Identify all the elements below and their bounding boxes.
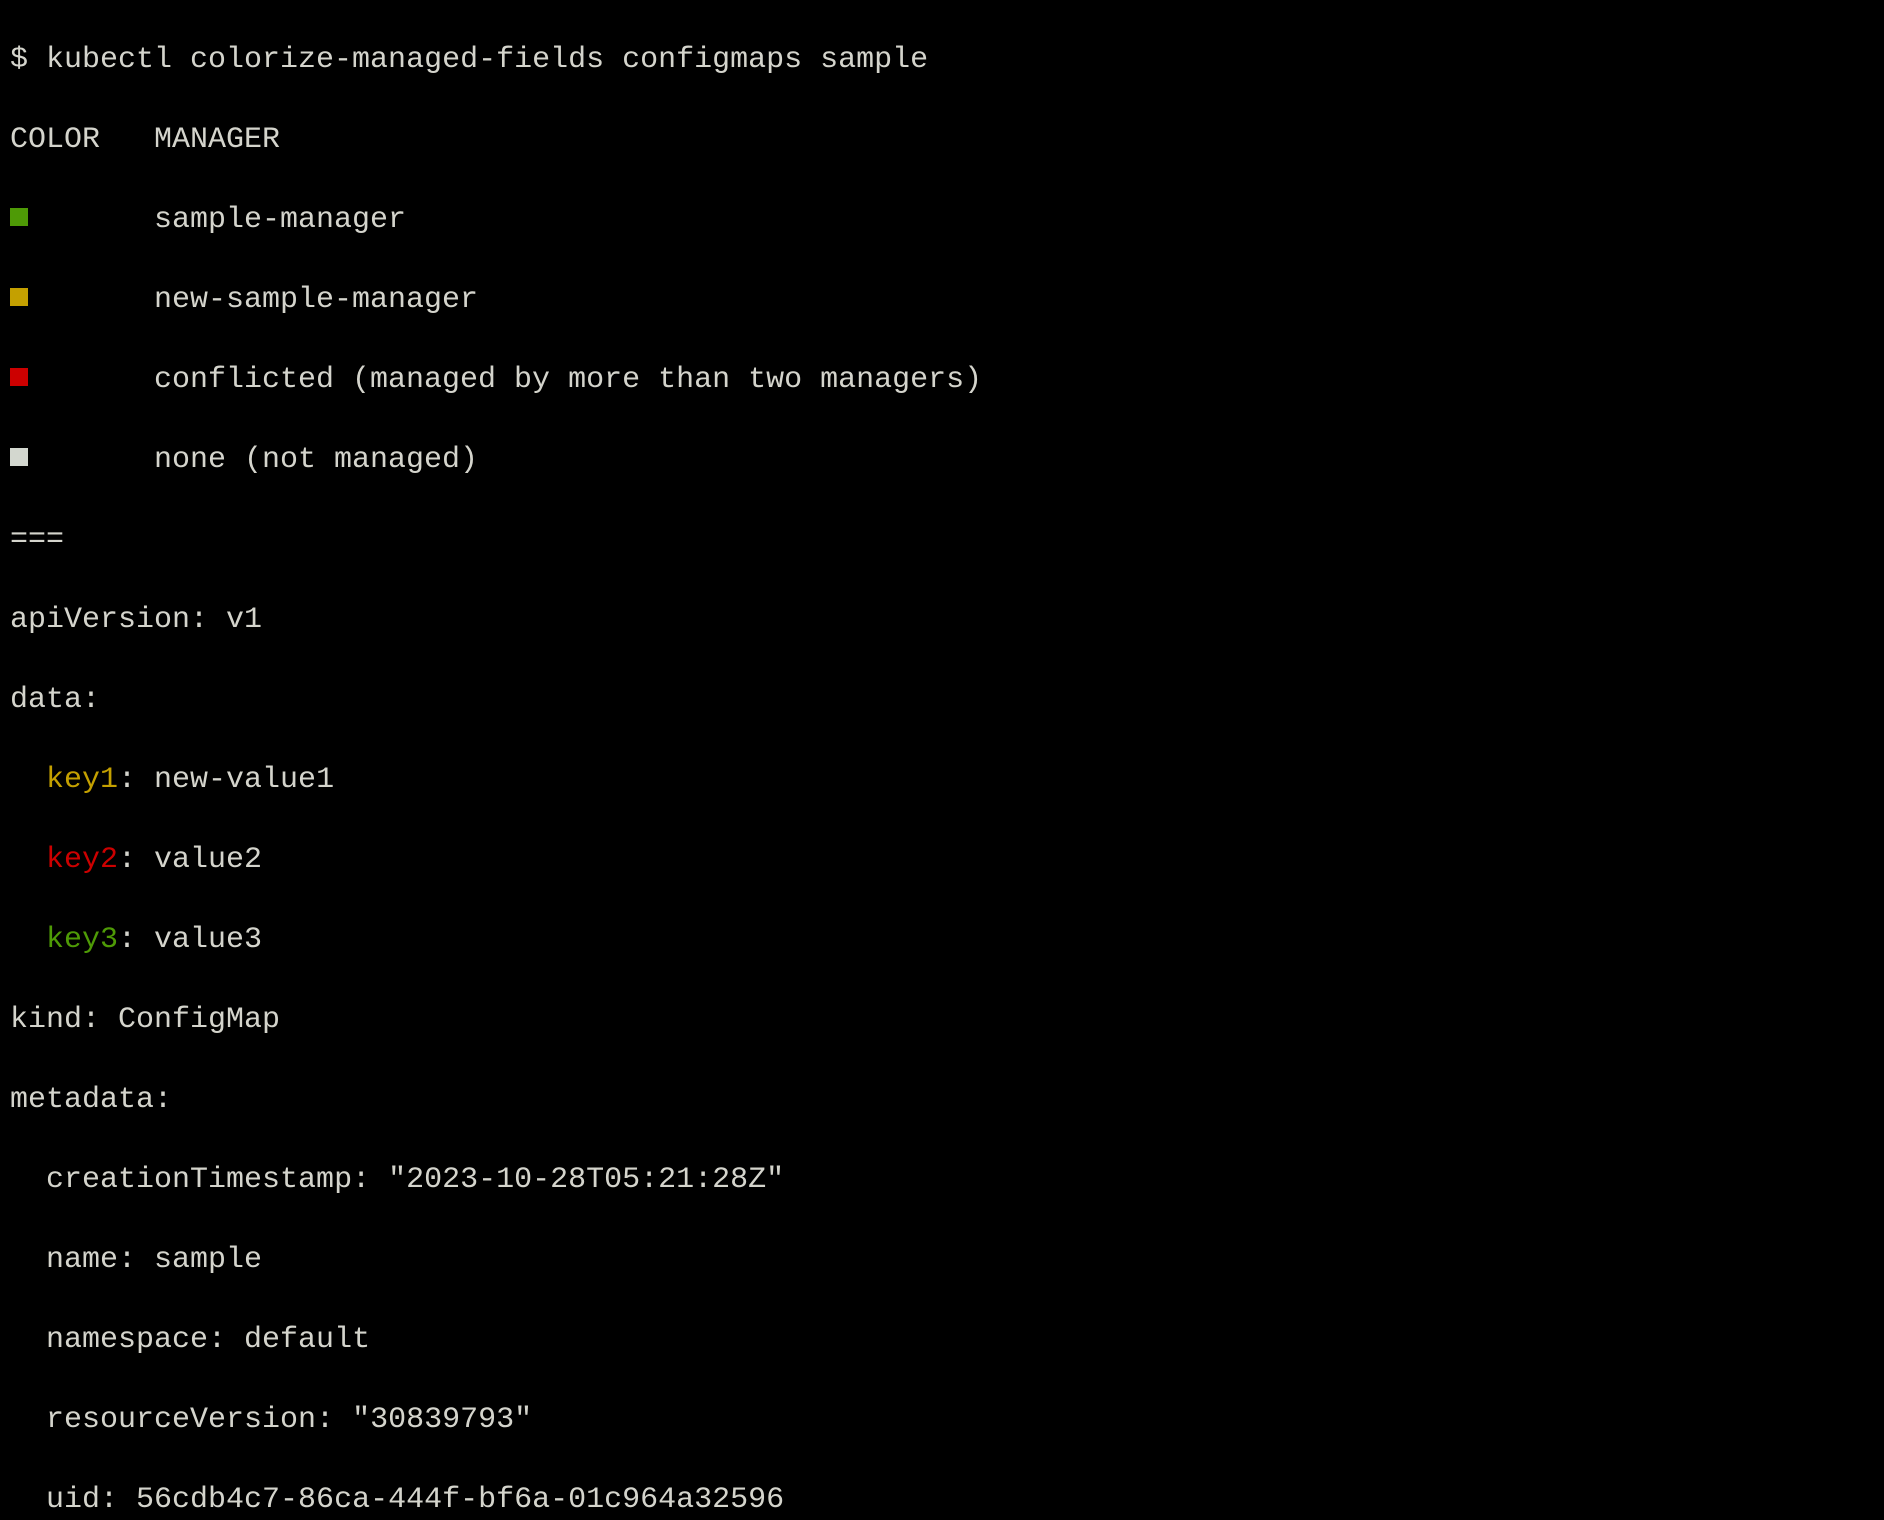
legend-row: sample-manager: [10, 200, 1884, 240]
yaml-data-item: key1: new-value1: [10, 760, 1884, 800]
command-line: $ kubectl colorize-managed-fields config…: [10, 43, 929, 77]
yaml-metadata-item: uid: 56cdb4c7-86ca-444f-bf6a-01c964a3259…: [10, 1480, 1884, 1520]
color-swatch-icon: [10, 208, 28, 227]
yaml-metadata-item: name: sample: [10, 1240, 1884, 1280]
metadata-resource-version: resourceVersion: "30839793": [46, 1403, 533, 1437]
terminal-output: $ kubectl colorize-managed-fields config…: [0, 0, 1884, 1520]
yaml-metadata-item: creationTimestamp: "2023-10-28T05:21:28Z…: [10, 1160, 1884, 1200]
yaml-key: key2: [46, 843, 119, 877]
legend-row: none (not managed): [10, 440, 1884, 480]
legend-row: new-sample-manager: [10, 280, 1884, 320]
yaml-value: : new-value1: [118, 763, 335, 797]
yaml-value: : value2: [118, 843, 263, 877]
yaml-metadata-item: resourceVersion: "30839793": [10, 1400, 1884, 1440]
manager-label: sample-manager: [154, 203, 407, 237]
manager-header: MANAGER: [154, 123, 281, 157]
separator: ===: [10, 523, 65, 557]
color-swatch-icon: [10, 368, 28, 387]
yaml-data: data:: [10, 683, 101, 717]
manager-label: conflicted (managed by more than two man…: [154, 363, 983, 397]
yaml-kind: kind: ConfigMap: [10, 1003, 281, 1037]
yaml-value: : value3: [118, 923, 263, 957]
color-swatch-icon: [10, 448, 28, 467]
yaml-data-item: key3: value3: [10, 920, 1884, 960]
metadata-namespace: namespace: default: [46, 1323, 371, 1357]
legend-header: COLOR MANAGER: [10, 120, 1884, 160]
manager-label: none (not managed): [154, 443, 479, 477]
yaml-apiversion: apiVersion: v1: [10, 603, 263, 637]
yaml-metadata: metadata:: [10, 1083, 173, 1117]
color-swatch-icon: [10, 288, 28, 307]
yaml-metadata-item: namespace: default: [10, 1320, 1884, 1360]
metadata-uid: uid: 56cdb4c7-86ca-444f-bf6a-01c964a3259…: [46, 1483, 785, 1517]
color-header: COLOR: [10, 123, 101, 157]
metadata-creation-timestamp: creationTimestamp: "2023-10-28T05:21:28Z…: [46, 1163, 785, 1197]
yaml-key: key1: [46, 763, 119, 797]
yaml-data-item: key2: value2: [10, 840, 1884, 880]
legend-row: conflicted (managed by more than two man…: [10, 360, 1884, 400]
metadata-name: name: sample: [46, 1243, 263, 1277]
manager-label: new-sample-manager: [154, 283, 479, 317]
yaml-key: key3: [46, 923, 119, 957]
